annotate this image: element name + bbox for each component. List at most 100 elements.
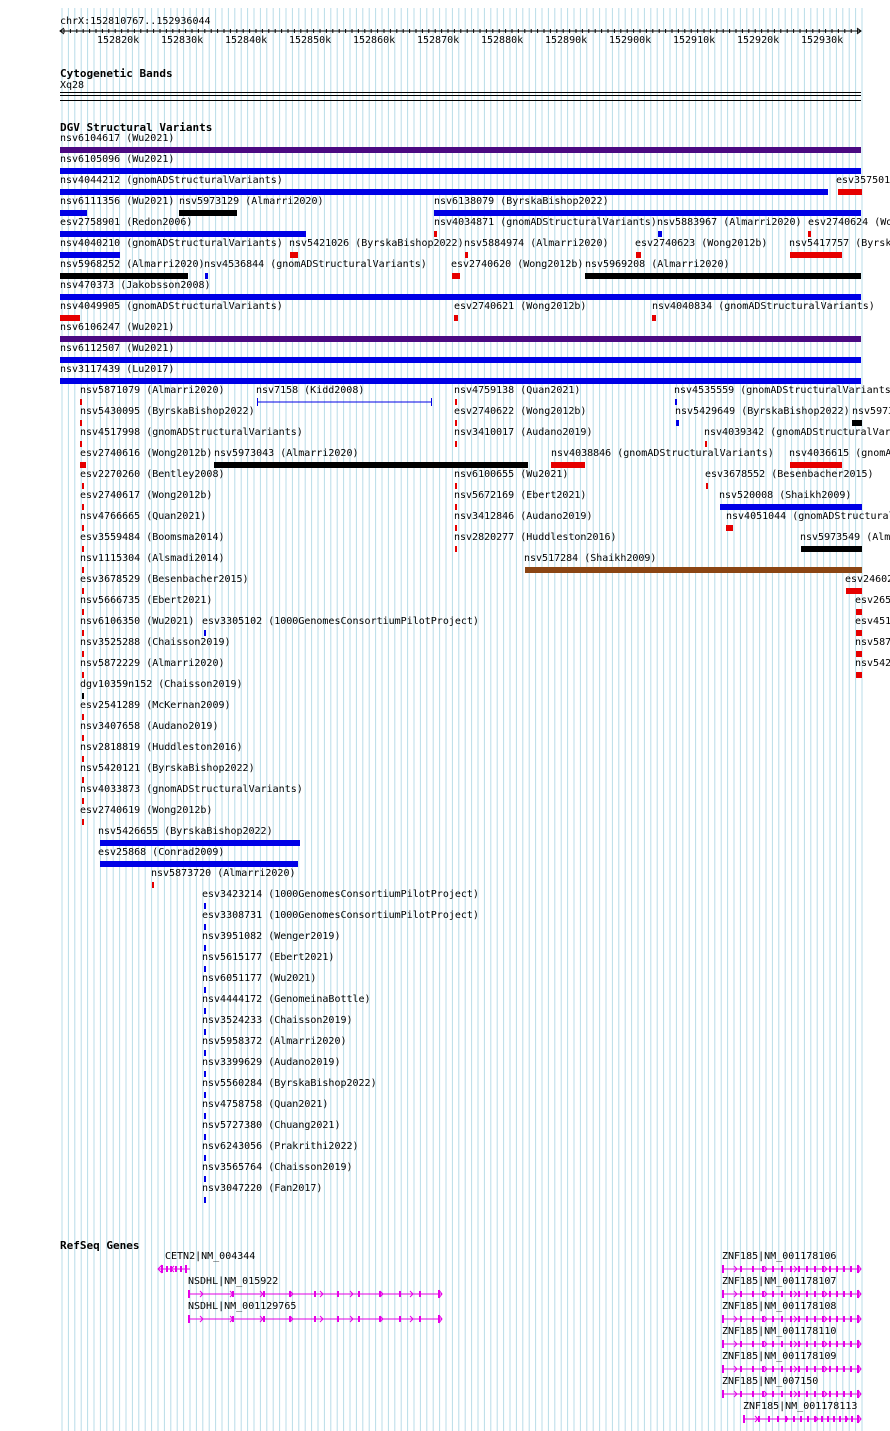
dgv-variant-label[interactable]: nsv5430095 (ByrskaBishop2022) (80, 406, 255, 417)
dgv-variant-label[interactable]: esv3559484 (Boomsma2014) (80, 532, 225, 543)
dgv-variant-bar[interactable] (60, 210, 87, 216)
dgv-variant-bar[interactable] (204, 1113, 206, 1119)
refseq-gene-model[interactable] (156, 1263, 192, 1275)
dgv-variant-bar[interactable] (82, 735, 84, 741)
dgv-variant-bar[interactable] (585, 273, 861, 279)
dgv-variant-bar[interactable] (60, 378, 861, 384)
dgv-variant-label[interactable]: nsv3951082 (Wenger2019) (202, 931, 340, 942)
dgv-variant-bar[interactable] (60, 231, 306, 237)
refseq-gene-label[interactable]: ZNF185|NM_001178109 (722, 1351, 836, 1362)
dgv-variant-bar[interactable] (204, 1071, 206, 1077)
refseq-gene-model[interactable] (741, 1413, 863, 1425)
dgv-variant-label[interactable]: dgv10359n152 (Chaisson2019) (80, 679, 243, 690)
dgv-variant-bar[interactable] (80, 462, 86, 468)
dgv-variant-label[interactable]: esv2460290 (845, 574, 890, 585)
dgv-variant-label[interactable]: nsv6112507 (Wu2021) (60, 343, 174, 354)
dgv-variant-label[interactable]: nsv1115304 (Alsmadi2014) (80, 553, 225, 564)
dgv-variant-label[interactable]: nsv5421026 (ByrskaBishop2022) (289, 238, 464, 249)
dgv-variant-label[interactable]: nsv6105096 (Wu2021) (60, 154, 174, 165)
dgv-variant-label[interactable]: nsv3117439 (Lu2017) (60, 364, 174, 375)
dgv-variant-bar[interactable] (204, 903, 206, 909)
dgv-variant-label[interactable]: nsv3524233 (Chaisson2019) (202, 1015, 353, 1026)
refseq-gene-label[interactable]: CETN2|NM_004344 (165, 1251, 255, 1262)
dgv-variant-bar[interactable] (80, 420, 82, 426)
dgv-variant-label[interactable]: esv2740617 (Wong2012b) (80, 490, 212, 501)
refseq-gene-model[interactable] (186, 1313, 444, 1325)
dgv-variant-label[interactable]: nsv5958372 (Almarri2020) (202, 1036, 347, 1047)
dgv-variant-bar[interactable] (60, 357, 861, 363)
dgv-variant-label[interactable]: nsv3047220 (Fan2017) (202, 1183, 322, 1194)
dgv-variant-bar[interactable] (204, 1029, 206, 1035)
dgv-variant-bar[interactable] (60, 336, 861, 342)
dgv-variant-label[interactable]: esv25868 (Conrad2009) (98, 847, 224, 858)
dgv-variant-label[interactable]: nsv4444172 (GenomeinaBottle) (202, 994, 371, 1005)
dgv-variant-bar[interactable] (838, 189, 862, 195)
dgv-variant-bar[interactable] (82, 672, 84, 678)
dgv-variant-label[interactable]: esv3423214 (1000GenomesConsortiumPilotPr… (202, 889, 479, 900)
dgv-variant-bar[interactable] (808, 231, 811, 237)
dgv-variant-label[interactable]: nsv6104617 (Wu2021) (60, 133, 174, 144)
dgv-variant-bar[interactable] (465, 252, 468, 258)
dgv-variant-bar[interactable] (705, 441, 707, 447)
dgv-variant-bar[interactable] (80, 441, 82, 447)
dgv-variant-bar[interactable] (856, 672, 862, 678)
dgv-variant-bar[interactable] (204, 1197, 206, 1203)
dgv-variant-label[interactable]: esv2740616 (Wong2012b) (80, 448, 212, 459)
dgv-variant-bar[interactable] (82, 630, 84, 636)
refseq-gene-model[interactable] (720, 1263, 863, 1275)
dgv-variant-bar[interactable] (204, 987, 206, 993)
dgv-variant-bar[interactable] (60, 273, 188, 279)
dgv-variant-label[interactable]: nsv6106350 (Wu2021) (80, 616, 194, 627)
dgv-variant-bar[interactable] (652, 315, 656, 321)
dgv-variant-label[interactable]: esv2758901 (Redon2006) (60, 217, 192, 228)
dgv-variant-label[interactable]: nsv4535559 (gnomADStructuralVariants) (674, 385, 890, 396)
dgv-variant-bar[interactable] (204, 966, 206, 972)
dgv-variant-label[interactable]: esv2740624 (Wong2012b) (808, 217, 890, 228)
dgv-variant-bar[interactable] (82, 819, 84, 825)
dgv-variant-label[interactable]: nsv6100655 (Wu2021) (454, 469, 568, 480)
dgv-variant-bar[interactable] (82, 546, 84, 552)
dgv-variant-bar[interactable] (257, 398, 434, 406)
dgv-variant-label[interactable]: nsv4049905 (gnomADStructuralVariants) (60, 301, 283, 312)
dgv-variant-bar[interactable] (636, 252, 641, 258)
dgv-variant-label[interactable]: nsv5973549 (852, 406, 890, 417)
dgv-variant-label[interactable]: nsv5871500 (855, 637, 890, 648)
dgv-variant-label[interactable]: nsv4034871 (gnomADStructuralVariants) (434, 217, 657, 228)
dgv-variant-label[interactable]: nsv5872229 (Almarri2020) (80, 658, 225, 669)
refseq-gene-label[interactable]: ZNF185|NM_001178113 (743, 1401, 857, 1412)
dgv-variant-label[interactable]: nsv5973549 (Almarri2020) (800, 532, 890, 543)
dgv-variant-label[interactable]: nsv5884974 (Almarri2020) (464, 238, 609, 249)
dgv-variant-bar[interactable] (204, 1008, 206, 1014)
dgv-variant-bar[interactable] (455, 546, 457, 552)
dgv-variant-label[interactable]: nsv5968252 (Almarri2020) (60, 259, 205, 270)
dgv-variant-label[interactable]: esv2270260 (Bentley2008) (80, 469, 225, 480)
dgv-variant-bar[interactable] (204, 1050, 206, 1056)
dgv-variant-bar[interactable] (455, 399, 457, 405)
dgv-variant-bar[interactable] (658, 231, 662, 237)
dgv-variant-label[interactable]: nsv2818819 (Huddleston2016) (80, 742, 243, 753)
dgv-variant-label[interactable]: nsv470373 (Jakobsson2008) (60, 280, 211, 291)
dgv-variant-label[interactable]: nsv5666735 (Ebert2021) (80, 595, 212, 606)
dgv-variant-bar[interactable] (60, 294, 861, 300)
dgv-variant-label[interactable]: nsv520008 (Shaikh2009) (719, 490, 851, 501)
dgv-variant-bar[interactable] (82, 756, 84, 762)
dgv-variant-bar[interactable] (60, 315, 80, 321)
dgv-variant-label[interactable]: nsv4517998 (gnomADStructuralVariants) (80, 427, 303, 438)
dgv-variant-bar[interactable] (455, 441, 457, 447)
refseq-gene-model[interactable] (720, 1363, 863, 1375)
refseq-gene-label[interactable]: ZNF185|NM_007150 (722, 1376, 818, 1387)
dgv-variant-bar[interactable] (60, 189, 828, 195)
dgv-variant-label[interactable]: nsv6051177 (Wu2021) (202, 973, 316, 984)
dgv-variant-bar[interactable] (60, 252, 120, 258)
dgv-variant-label[interactable]: nsv3525288 (Chaisson2019) (80, 637, 231, 648)
dgv-variant-bar[interactable] (801, 546, 862, 552)
dgv-variant-bar[interactable] (204, 630, 206, 636)
refseq-gene-model[interactable] (186, 1288, 444, 1300)
dgv-variant-bar[interactable] (204, 1155, 206, 1161)
dgv-variant-label[interactable]: nsv3412846 (Audano2019) (454, 511, 592, 522)
dgv-variant-label[interactable]: nsv4040834 (gnomADStructuralVariants) (652, 301, 875, 312)
dgv-variant-label[interactable]: nsv6111356 (Wu2021) (60, 196, 174, 207)
dgv-variant-bar[interactable] (720, 504, 862, 510)
refseq-gene-label[interactable]: ZNF185|NM_001178107 (722, 1276, 836, 1287)
dgv-variant-label[interactable]: esv2740621 (Wong2012b) (454, 301, 586, 312)
